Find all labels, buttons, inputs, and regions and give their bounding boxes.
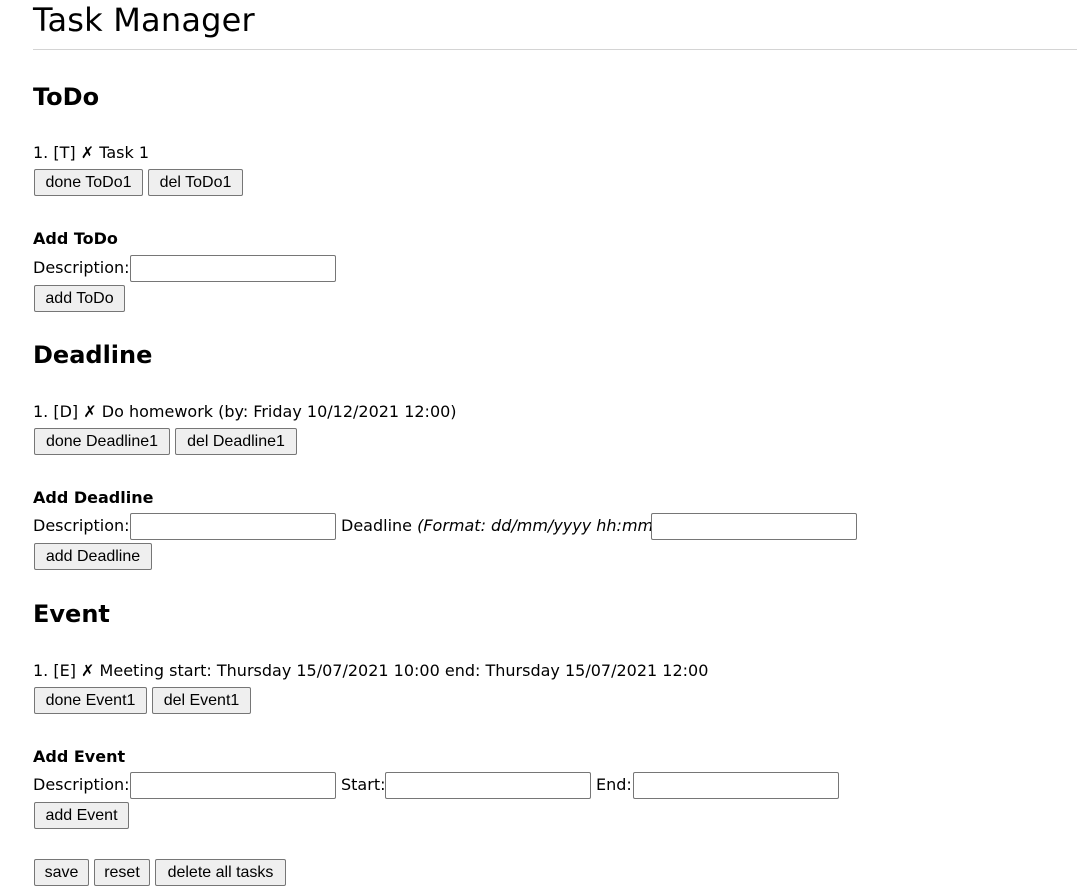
add-event-heading: Add Event xyxy=(33,747,126,766)
event-heading: Event xyxy=(33,600,110,628)
deadline-item-text: Do homework (by: Friday 10/12/2021 12:00… xyxy=(101,402,457,421)
event-description-input[interactable] xyxy=(130,772,336,799)
event-item: 1. [E] ✗ Meeting start: Thursday 15/07/2… xyxy=(33,661,708,681)
event-start-input[interactable] xyxy=(385,772,591,799)
add-deadline-heading: Add Deadline xyxy=(33,488,154,507)
deadline-date-label: Deadline (Format: dd/mm/yyyy hh:mm): xyxy=(341,516,665,536)
add-todo-heading: Add ToDo xyxy=(33,229,118,248)
event-item-number: 1. xyxy=(33,661,49,680)
deadline-date-input[interactable] xyxy=(651,513,857,540)
todo-description-label: Description: xyxy=(33,258,130,277)
delete-all-tasks-button[interactable]: delete all tasks xyxy=(155,859,286,886)
save-button[interactable]: save xyxy=(34,859,89,886)
deadline-description-input[interactable] xyxy=(130,513,336,540)
todo-item-tag: [T] xyxy=(53,143,76,162)
deadline-description-label: Description: xyxy=(33,516,130,535)
todo-description-input[interactable] xyxy=(130,255,336,282)
reset-button[interactable]: reset xyxy=(94,859,150,886)
done-todo-button[interactable]: done ToDo1 xyxy=(34,169,143,196)
deadline-item-number: 1. xyxy=(33,402,49,421)
todo-item-number: 1. xyxy=(33,143,49,162)
add-event-button[interactable]: add Event xyxy=(34,802,129,829)
event-description-label: Description: xyxy=(33,775,130,794)
deadline-item-status-icon: ✗ xyxy=(83,402,97,421)
title-divider xyxy=(33,49,1077,50)
event-start-label: Start: xyxy=(341,775,386,794)
event-item-status-icon: ✗ xyxy=(81,661,95,680)
app-title: Task Manager xyxy=(33,1,255,39)
task-manager-page: Task Manager ToDo 1. [T] ✗ Task 1 done T… xyxy=(0,0,1077,892)
todo-item: 1. [T] ✗ Task 1 xyxy=(33,143,149,163)
deadline-item-tag: [D] xyxy=(53,402,79,421)
deadline-date-label-text: Deadline xyxy=(341,516,412,535)
del-event-button[interactable]: del Event1 xyxy=(152,687,251,714)
add-deadline-button[interactable]: add Deadline xyxy=(34,543,152,570)
deadline-format-hint: (Format: dd/mm/yyyy hh:mm): xyxy=(417,516,665,535)
event-item-text: Meeting start: Thursday 15/07/2021 10:00… xyxy=(99,661,709,680)
event-end-input[interactable] xyxy=(633,772,839,799)
del-deadline-button[interactable]: del Deadline1 xyxy=(175,428,297,455)
todo-heading: ToDo xyxy=(33,83,100,111)
add-todo-button[interactable]: add ToDo xyxy=(34,285,125,312)
event-item-tag: [E] xyxy=(53,661,76,680)
todo-item-text: Task 1 xyxy=(99,143,150,162)
todo-item-status-icon: ✗ xyxy=(80,143,95,162)
event-end-label: End: xyxy=(596,775,632,794)
done-event-button[interactable]: done Event1 xyxy=(34,687,147,714)
deadline-item: 1. [D] ✗ Do homework (by: Friday 10/12/2… xyxy=(33,402,457,422)
done-deadline-button[interactable]: done Deadline1 xyxy=(34,428,170,455)
deadline-heading: Deadline xyxy=(33,341,153,369)
del-todo-button[interactable]: del ToDo1 xyxy=(148,169,243,196)
